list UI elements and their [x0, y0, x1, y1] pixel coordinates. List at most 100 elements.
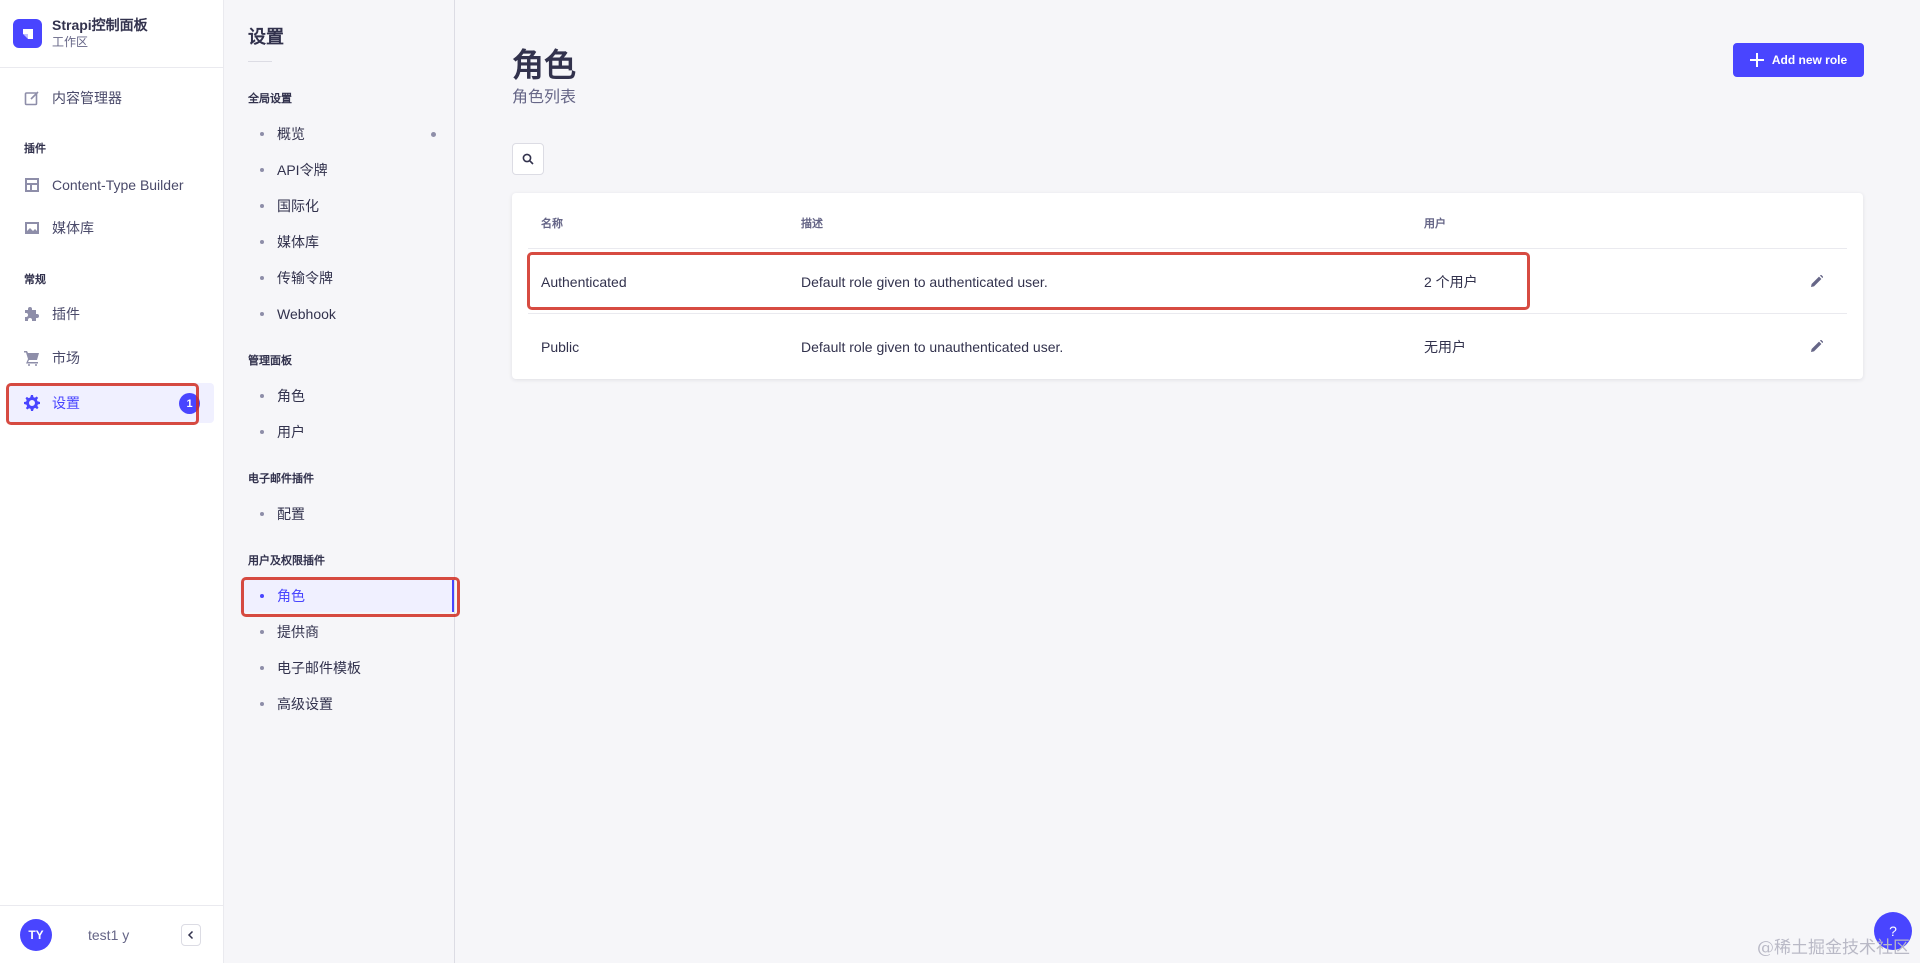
- table-row[interactable]: Authenticated Default role given to auth…: [528, 248, 1847, 313]
- page-subtitle: 角色列表: [512, 89, 577, 106]
- subnav-item-api-tokens[interactable]: API令牌: [240, 154, 454, 186]
- pen-square-icon: [23, 89, 41, 107]
- avatar[interactable]: TY: [20, 918, 52, 951]
- user-bar: TY test1 y: [0, 905, 223, 963]
- brand-subtitle: 工作区: [52, 34, 89, 49]
- add-new-role-label: Add new role: [1771, 53, 1848, 67]
- role-name: Public: [541, 338, 580, 355]
- bullet: [260, 512, 264, 516]
- subnav-item-label: 传输令牌: [277, 270, 333, 286]
- bullet: [260, 666, 264, 670]
- subnav-item-label: 媒体库: [277, 234, 319, 250]
- chevron-left-icon: [187, 930, 194, 939]
- subnav-item-i18n[interactable]: 国际化: [240, 190, 454, 222]
- nav-item-media-library[interactable]: 媒体库: [8, 208, 214, 248]
- subnav-section-admin: 管理面板: [248, 355, 292, 367]
- subnav-title: 设置: [248, 27, 284, 47]
- bullet: [260, 430, 264, 434]
- role-name: Authenticated: [541, 273, 627, 290]
- main-nav: Strapi控制面板 工作区 内容管理器 插件 Content-Type Bui…: [0, 0, 224, 963]
- roles-table: 名称 描述 用户 Authenticated Default role give…: [512, 193, 1863, 379]
- image-icon: [23, 219, 41, 237]
- nav-item-label: Content-Type Builder: [52, 177, 184, 193]
- subnav-item-providers[interactable]: 提供商: [240, 616, 454, 648]
- subnav-item-webhook[interactable]: Webhook: [240, 298, 454, 330]
- subnav-item-label: Webhook: [277, 306, 336, 322]
- subnav-item-label: 提供商: [277, 624, 319, 640]
- settings-badge: 1: [179, 393, 200, 414]
- pencil-icon: [1811, 340, 1823, 352]
- subnav-item-email-templates[interactable]: 电子邮件模板: [240, 652, 454, 684]
- subnav-item-label: 角色: [277, 388, 305, 404]
- subnav-item-label: 概览: [277, 126, 305, 142]
- edit-role-button[interactable]: [1807, 336, 1827, 356]
- role-users: 2 个用户: [1424, 273, 1478, 290]
- bullet: [260, 132, 264, 136]
- table-row[interactable]: Public Default role given to unauthentic…: [528, 313, 1847, 378]
- collapse-nav-button[interactable]: [181, 923, 201, 946]
- pencil-icon: [1811, 275, 1823, 287]
- role-description: Default role given to authenticated user…: [801, 273, 1048, 290]
- bullet: [260, 240, 264, 244]
- bullet: [260, 168, 264, 172]
- puzzle-icon: [23, 305, 41, 323]
- shopping-cart-icon: [23, 349, 41, 367]
- subnav-item-advanced-settings[interactable]: 高级设置: [240, 688, 454, 720]
- nav-item-label: 设置: [52, 395, 80, 411]
- subnav-item-media-library[interactable]: 媒体库: [240, 226, 454, 258]
- nav-item-content-manager[interactable]: 内容管理器: [8, 78, 214, 118]
- subnav-section-global: 全局设置: [248, 93, 292, 105]
- bullet: [260, 630, 264, 634]
- watermark: @稀土掘金技术社区: [1757, 938, 1910, 958]
- settings-subnav: 设置 全局设置 概览 API令牌 国际化 媒体库 传输令牌 Webhook 管理…: [224, 0, 455, 963]
- nav-item-label: 市场: [52, 350, 80, 366]
- subnav-item-admin-roles[interactable]: 角色: [240, 380, 454, 412]
- plus-icon: [1749, 53, 1764, 67]
- indicator-dot: [431, 131, 436, 137]
- subnav-section-email: 电子邮件插件: [248, 473, 314, 485]
- edit-role-button[interactable]: [1807, 271, 1827, 291]
- search-icon: [522, 153, 534, 165]
- add-new-role-button[interactable]: Add new role: [1733, 43, 1864, 77]
- nav-item-label: 内容管理器: [52, 90, 122, 106]
- strapi-logo-icon: [13, 19, 42, 48]
- subnav-item-label: 角色: [277, 588, 305, 604]
- nav-item-marketplace[interactable]: 市场: [8, 338, 214, 378]
- nav-section-general: 常规: [24, 274, 46, 286]
- bullet: [260, 276, 264, 280]
- bullet: [260, 312, 264, 316]
- layout-icon: [23, 176, 41, 194]
- subnav-item-email-config[interactable]: 配置: [240, 498, 454, 530]
- brand: Strapi控制面板 工作区: [0, 0, 223, 68]
- subnav-item-up-roles[interactable]: 角色: [240, 580, 454, 612]
- bullet: [260, 594, 264, 598]
- subnav-item-label: 高级设置: [277, 696, 333, 712]
- nav-section-plugins: 插件: [24, 143, 46, 155]
- search-button[interactable]: [512, 143, 544, 175]
- subnav-item-transfer-tokens[interactable]: 传输令牌: [240, 262, 454, 294]
- bullet: [260, 702, 264, 706]
- column-header-name: 名称: [541, 218, 563, 230]
- nav-item-label: 媒体库: [52, 220, 94, 236]
- page-title: 角色: [512, 47, 577, 83]
- subnav-item-overview[interactable]: 概览: [240, 118, 454, 150]
- user-name[interactable]: test1 y: [88, 927, 129, 943]
- nav-item-label: 插件: [52, 306, 80, 322]
- bullet: [260, 204, 264, 208]
- subnav-item-label: 电子邮件模板: [277, 660, 361, 676]
- column-header-description: 描述: [801, 218, 823, 230]
- nav-item-content-type-builder[interactable]: Content-Type Builder: [8, 165, 214, 205]
- role-description: Default role given to unauthenticated us…: [801, 338, 1064, 355]
- subnav-item-label: 国际化: [277, 198, 319, 214]
- divider: [248, 61, 272, 62]
- gear-icon: [23, 394, 41, 412]
- nav-item-plugins[interactable]: 插件: [8, 294, 214, 334]
- subnav-item-label: 配置: [277, 506, 305, 522]
- subnav-item-label: API令牌: [277, 162, 328, 178]
- column-header-users: 用户: [1424, 218, 1446, 230]
- subnav-section-users-permissions: 用户及权限插件: [248, 555, 325, 567]
- subnav-item-label: 用户: [277, 424, 305, 440]
- bullet: [260, 394, 264, 398]
- subnav-item-admin-users[interactable]: 用户: [240, 416, 454, 448]
- brand-title: Strapi控制面板: [52, 16, 148, 33]
